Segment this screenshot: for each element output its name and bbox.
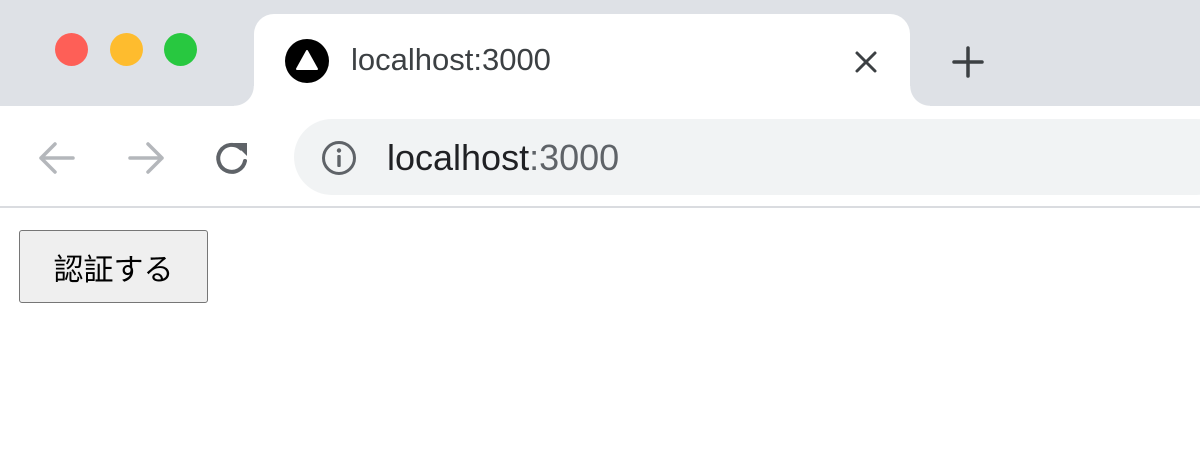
address-bar[interactable]: localhost:3000: [294, 119, 1200, 195]
authenticate-button[interactable]: 認証する: [19, 230, 208, 303]
window-zoom-button[interactable]: [164, 33, 197, 66]
window-minimize-button[interactable]: [110, 33, 143, 66]
browser-tab[interactable]: localhost:3000: [234, 14, 930, 106]
info-icon[interactable]: [320, 139, 358, 177]
triangle-logo-icon: [285, 39, 329, 83]
arrow-right-icon[interactable]: [122, 134, 170, 182]
plus-icon[interactable]: [948, 42, 988, 82]
close-icon[interactable]: [848, 44, 884, 80]
page-content: 認証する: [0, 208, 1200, 457]
tab-strip: localhost:3000: [0, 0, 1200, 106]
url-text: localhost:3000: [387, 137, 619, 179]
browser-toolbar: localhost:3000: [0, 106, 1200, 208]
url-port: :3000: [529, 137, 620, 178]
arrow-left-icon[interactable]: [33, 134, 81, 182]
reload-icon[interactable]: [208, 134, 256, 182]
tab-title: localhost:3000: [351, 42, 551, 77]
url-host: localhost: [387, 137, 530, 178]
window-close-button[interactable]: [55, 33, 88, 66]
